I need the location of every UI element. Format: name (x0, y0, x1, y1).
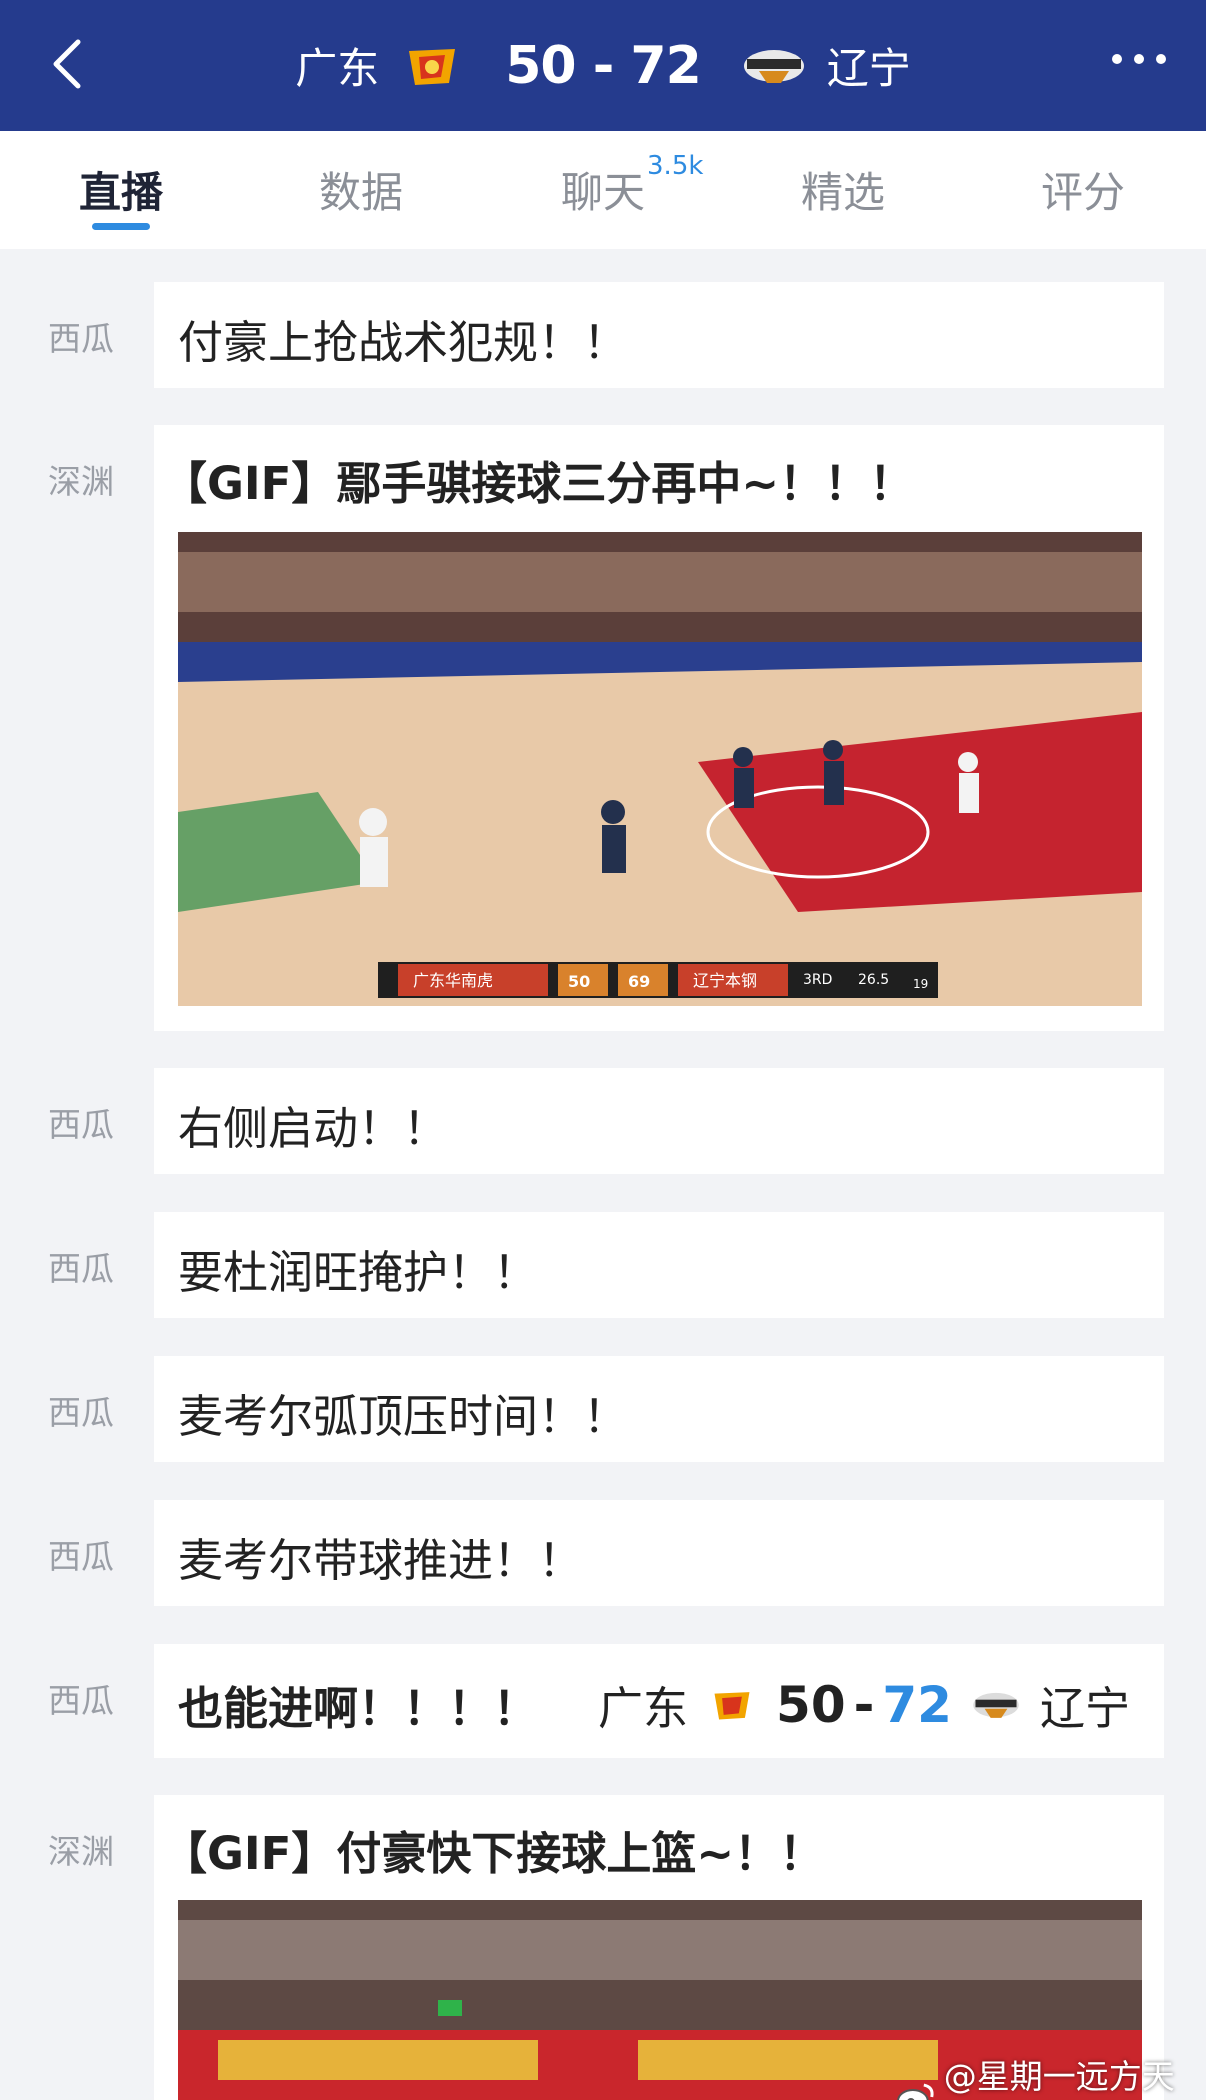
list-item: 西瓜 也能进啊！！！！ 广东 50 - 72 辽宁 (0, 1644, 1206, 1758)
commentator-name: 西瓜 (48, 1249, 114, 1288)
message-bubble[interactable]: 右侧启动！！ (154, 1068, 1164, 1174)
commentator-name: 深渊 (48, 462, 114, 501)
gif-away-team: 辽宁本钢 (693, 971, 757, 990)
message-bubble[interactable]: 麦考尔带球推进！！ (154, 1500, 1164, 1606)
scoreboard: 50 - 72 (505, 35, 702, 96)
list-item: 西瓜 付豪上抢战术犯规！！ (0, 282, 1206, 388)
chat-count-badge: 3.5k (647, 151, 704, 181)
tab-active-indicator (92, 223, 150, 230)
message-bubble[interactable]: 也能进啊！！！！ 广东 50 - 72 辽宁 (154, 1644, 1164, 1758)
commentator-name: 西瓜 (48, 1105, 114, 1144)
tab-rating[interactable]: 评分 (1041, 159, 1125, 220)
tab-highlights[interactable]: 精选 (801, 159, 885, 220)
watermark: @星期一远方天晴 (896, 2050, 1206, 2100)
list-item: 深渊 【GIF】鄢手骐接球三分再中~！！！ 广东华南虎 50 69 辽宁本钢 3… (0, 425, 1206, 1031)
away-team-name: 辽宁 (826, 44, 911, 93)
message-text: 右侧启动！！ (178, 1102, 449, 1155)
commentator-name: 西瓜 (48, 319, 114, 358)
tab-chat-label: 聊天 (560, 168, 646, 217)
dot-icon (1134, 54, 1144, 64)
list-item: 西瓜 麦考尔带球推进！！ (0, 1500, 1206, 1606)
tab-chat[interactable]: 聊天 3.5k (560, 151, 703, 220)
commentator-name: 西瓜 (48, 1537, 114, 1576)
inline-scoreline: 广东 50 - 72 辽宁 (598, 1672, 1130, 1737)
gif-shot-clock: 19 (913, 977, 928, 991)
message-text: 【GIF】鄢手骐接球三分再中~！！！ (162, 457, 915, 510)
more-options-button[interactable] (1112, 54, 1166, 64)
message-text: 【GIF】付豪快下接球上篮~！！ (162, 1827, 825, 1880)
commentator-name: 深渊 (48, 1832, 114, 1871)
list-item: 西瓜 右侧启动！！ (0, 1068, 1206, 1174)
gif-home-team: 广东华南虎 (413, 971, 493, 990)
inline-score-dash: - (853, 1675, 875, 1734)
inline-away-score: 72 (882, 1675, 952, 1734)
gif-period: 3RD (803, 972, 832, 988)
scoreline: 广东 50 - 72 辽宁 (0, 0, 1206, 131)
commentator-name: 西瓜 (48, 1393, 114, 1432)
gif-away-score: 69 (628, 972, 650, 991)
message-text-content: 也能进啊！！！！ (178, 1682, 539, 1735)
inline-away-team: 辽宁 (1039, 1682, 1130, 1735)
game-header: 广东 50 - 72 辽宁 (0, 0, 1206, 131)
tab-live[interactable]: 直播 (79, 159, 163, 220)
home-team-name: 广东 (295, 44, 380, 93)
message-bubble[interactable]: 麦考尔弧顶压时间！！ (154, 1356, 1164, 1462)
message-text: 麦考尔弧顶压时间！！ (178, 1390, 629, 1443)
dot-icon (1156, 54, 1166, 64)
home-team-logo (714, 1691, 750, 1719)
dot-icon (1112, 54, 1122, 64)
message-text: 也能进啊！！！！ 广东 50 - 72 辽宁 (178, 1672, 1130, 1737)
weibo-icon (897, 2083, 934, 2100)
message-bubble[interactable]: 【GIF】鄢手骐接球三分再中~！！！ 广东华南虎 50 69 辽宁本钢 3RD … (154, 425, 1164, 1031)
away-score: 72 (630, 35, 701, 96)
gif-home-score: 50 (568, 972, 590, 991)
gif-clock: 26.5 (858, 972, 889, 988)
inline-home-score: 50 (776, 1675, 846, 1734)
tab-stats[interactable]: 数据 (319, 159, 403, 220)
away-team-logo (973, 1692, 1019, 1718)
home-team-logo (399, 41, 465, 91)
score-dash: - (592, 35, 615, 96)
tab-bar: 直播 数据 聊天 3.5k 精选 评分 (0, 131, 1206, 249)
message-bubble[interactable]: 付豪上抢战术犯规！！ (154, 282, 1164, 388)
watermark-text: @星期一远方天晴 (943, 2057, 1175, 2096)
commentator-name: 西瓜 (48, 1681, 114, 1720)
gif-image[interactable]: 广东华南虎 50 69 辽宁本钢 3RD 26.5 19 (178, 532, 1142, 1006)
message-bubble[interactable]: 要杜润旺掩护！！ (154, 1212, 1164, 1318)
message-text: 要杜润旺掩护！！ (178, 1246, 539, 1299)
inline-home-team: 广东 (598, 1682, 689, 1735)
message-text: 付豪上抢战术犯规！！ (178, 316, 629, 369)
list-item: 西瓜 要杜润旺掩护！！ (0, 1212, 1206, 1318)
message-text: 麦考尔带球推进！！ (178, 1534, 584, 1587)
list-item: 西瓜 麦考尔弧顶压时间！！ (0, 1356, 1206, 1462)
home-score: 50 (505, 35, 576, 96)
away-team-logo (741, 41, 807, 91)
